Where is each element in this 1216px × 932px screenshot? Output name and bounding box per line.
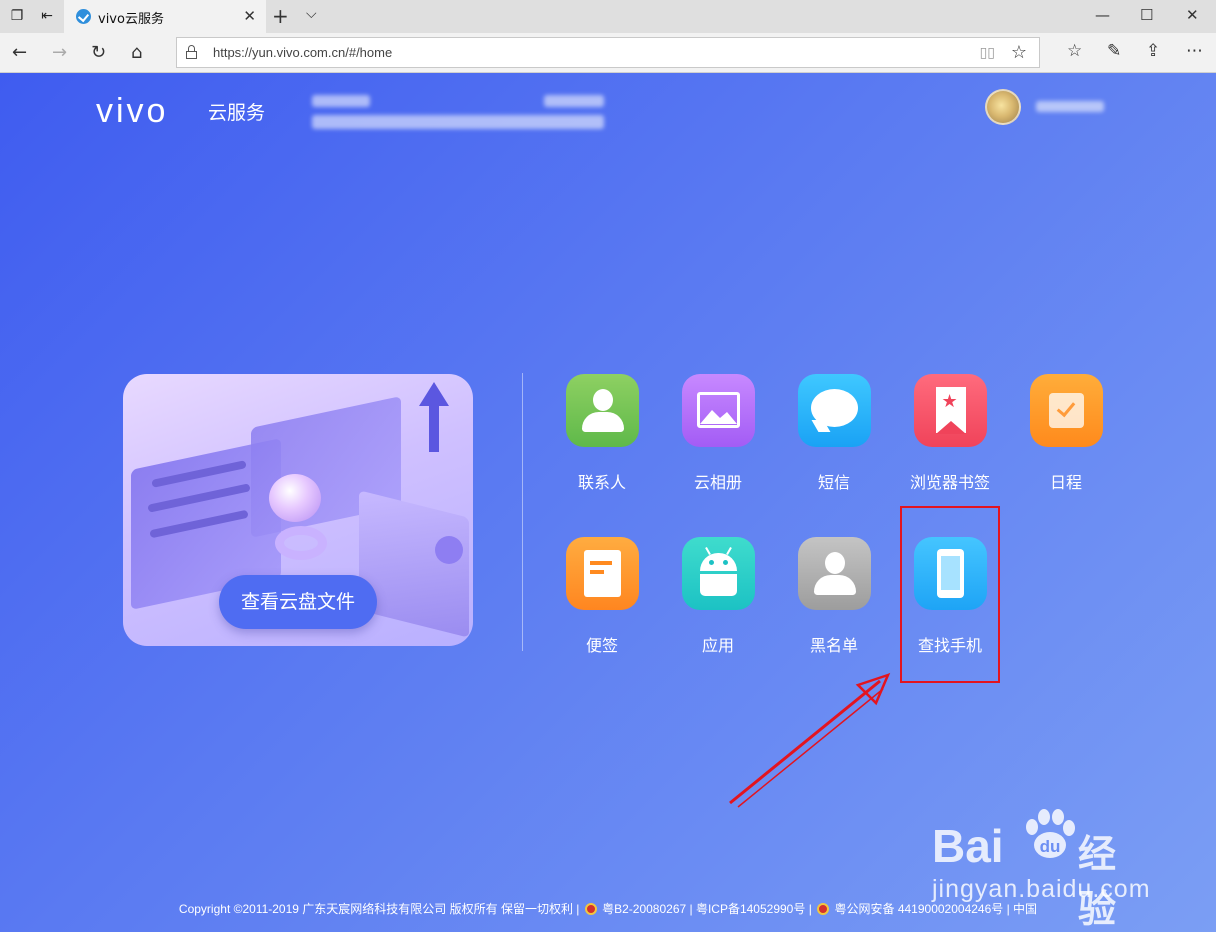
- police-emblem-icon: [817, 903, 830, 915]
- banner-ball-shape: [435, 536, 463, 564]
- maximize-icon[interactable]: ☐: [1140, 6, 1153, 24]
- app-schedule[interactable]: 日程: [1011, 374, 1121, 494]
- contacts-icon: [565, 374, 639, 447]
- app-apps[interactable]: 应用: [663, 537, 773, 657]
- address-bar[interactable]: https://yun.vivo.com.cn/#/home ▯▯ ☆: [176, 37, 1040, 68]
- avatar[interactable]: [985, 89, 1021, 125]
- cloud-disk-banner[interactable]: 查看云盘文件: [123, 374, 473, 646]
- footer-public-security[interactable]: 粤公网安备 44190002004246号 | 中国: [835, 902, 1038, 916]
- app-label: 浏览器书签: [909, 473, 990, 492]
- tab-list-icon[interactable]: ⌵: [306, 6, 317, 22]
- redacted-text: [312, 95, 370, 107]
- new-tab-icon[interactable]: +: [272, 4, 289, 28]
- app-label: 云相册: [693, 473, 742, 492]
- app-blacklist[interactable]: 黑名单: [779, 537, 889, 657]
- footer-copyright: Copyright ©2011-2019 广东天宸网络科技有限公司 版权所有 保…: [178, 902, 580, 916]
- refresh-icon[interactable]: ↻: [91, 43, 106, 63]
- footer-license[interactable]: 粤B2-20080267 | 粤ICP备14052990号 |: [602, 902, 812, 916]
- tab-title: vivo云服务: [98, 12, 164, 27]
- cloud-album-icon: [681, 374, 755, 447]
- pen-icon[interactable]: ✎: [1107, 41, 1121, 61]
- close-icon[interactable]: ✕: [1186, 6, 1199, 24]
- vivo-favicon-icon: [76, 9, 91, 24]
- lock-icon: [186, 45, 197, 59]
- back-icon[interactable]: ←: [12, 43, 27, 63]
- forward-icon[interactable]: →: [52, 43, 67, 63]
- browser-tab-bar: ❐ ⇤ vivo云服务 ✕ + ⌵ — ☐ ✕: [0, 0, 1216, 33]
- home-icon[interactable]: ⌂: [131, 43, 142, 63]
- app-cloud-album[interactable]: 云相册: [663, 374, 773, 494]
- police-emblem-icon: [584, 903, 597, 915]
- address-toolbar: ← → ↻ ⌂ https://yun.vivo.com.cn/#/home ▯…: [0, 33, 1216, 73]
- url-text: https://yun.vivo.com.cn/#/home: [213, 45, 393, 60]
- app-contacts[interactable]: 联系人: [547, 374, 657, 494]
- logo-subtitle: 云服务: [208, 102, 266, 124]
- baidu-paw-icon: du: [1026, 809, 1075, 858]
- browser-tab[interactable]: vivo云服务 ✕: [64, 0, 266, 33]
- banner-knot-shape: [269, 474, 321, 522]
- watermark-du: du: [1040, 837, 1061, 856]
- redacted-text: [312, 115, 604, 129]
- banner-picture-card: [359, 490, 469, 638]
- sms-icon: [797, 374, 871, 447]
- vertical-divider: [522, 373, 523, 651]
- vivo-cloud-page: vivo 云服务 查看云盘文件 联系人 云相册 短信 ★ 浏览器书签 日程 便签…: [0, 73, 1216, 932]
- app-notes[interactable]: 便签: [547, 537, 657, 657]
- apps-icon: [681, 537, 755, 610]
- minimize-icon[interactable]: —: [1095, 6, 1110, 24]
- reading-view-icon[interactable]: ▯▯: [980, 45, 995, 61]
- app-label: 联系人: [577, 473, 626, 492]
- notes-icon: [565, 537, 639, 610]
- app-label: 黑名单: [809, 636, 858, 655]
- pointer-arrow: [729, 672, 891, 808]
- more-icon[interactable]: ⋯: [1186, 41, 1203, 61]
- browser-bookmark-icon: ★: [913, 374, 987, 447]
- vivo-logo[interactable]: vivo: [96, 94, 168, 128]
- find-phone-highlight-box: [900, 506, 1000, 683]
- banner-ring-shape: [275, 526, 327, 560]
- page-footer: Copyright ©2011-2019 广东天宸网络科技有限公司 版权所有 保…: [0, 900, 1216, 917]
- share-icon[interactable]: ⇪: [1146, 41, 1160, 61]
- app-browser-bookmark[interactable]: ★ 浏览器书签: [895, 374, 1005, 494]
- app-label: 便签: [585, 636, 618, 655]
- favorite-star-icon[interactable]: ☆: [1011, 42, 1027, 63]
- redacted-username[interactable]: [1036, 101, 1104, 112]
- view-cloud-disk-button[interactable]: 查看云盘文件: [219, 575, 377, 629]
- tab-switcher-icon[interactable]: ❐: [8, 7, 26, 25]
- set-aside-tabs-icon[interactable]: ⇤: [38, 7, 56, 25]
- app-label: 日程: [1049, 473, 1082, 492]
- schedule-icon: [1029, 374, 1103, 447]
- watermark-bai: Bai: [932, 820, 1004, 872]
- app-label: 短信: [817, 473, 850, 492]
- blacklist-icon: [797, 537, 871, 610]
- close-tab-icon[interactable]: ✕: [243, 7, 256, 25]
- favorites-icon[interactable]: ☆: [1067, 41, 1082, 61]
- app-sms[interactable]: 短信: [779, 374, 889, 494]
- upload-arrow-icon: [419, 382, 449, 452]
- app-label: 应用: [701, 636, 734, 655]
- redacted-text: [544, 95, 604, 107]
